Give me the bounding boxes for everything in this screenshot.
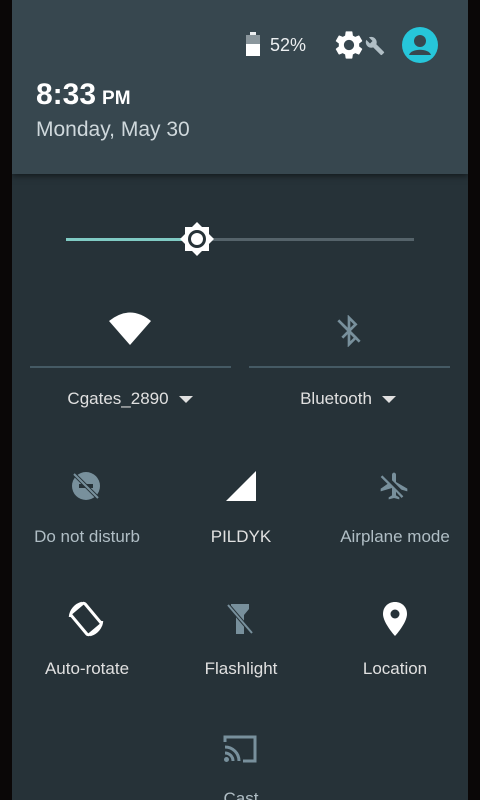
clock-date[interactable]: Monday, May 30 — [36, 118, 190, 142]
bluetooth-divider — [249, 366, 450, 368]
wrench-icon — [365, 36, 385, 56]
settings-gear-icon[interactable] — [332, 28, 366, 62]
cast-icon[interactable] — [222, 734, 258, 764]
time-ampm: PM — [102, 88, 131, 109]
rotate-icon[interactable] — [67, 600, 105, 638]
clock-time[interactable]: 8:33 PM — [36, 78, 131, 112]
cast-tile-label[interactable]: Cast — [161, 789, 321, 800]
flashlight-off-icon[interactable] — [225, 602, 255, 636]
location-tile-label[interactable]: Location — [315, 659, 468, 679]
airplane-tile-label[interactable]: Airplane mode — [315, 527, 468, 547]
battery-percent: 52% — [270, 35, 307, 55]
wifi-tile-label[interactable]: Cgates_2890 — [50, 389, 210, 409]
airplane-off-icon[interactable] — [378, 470, 410, 502]
bluetooth-tile-label[interactable]: Bluetooth — [268, 389, 428, 409]
quick-settings-panel: 52% 8:33 PM Monday, May 30 Cgates_2890 B… — [12, 0, 468, 800]
rotate-tile-label[interactable]: Auto-rotate — [12, 659, 167, 679]
wifi-ssid: Cgates_2890 — [67, 389, 169, 408]
location-pin-icon[interactable] — [383, 602, 407, 636]
brightness-track[interactable] — [197, 238, 414, 241]
bluetooth-dropdown-icon[interactable] — [381, 396, 396, 404]
do-not-disturb-off-icon[interactable] — [70, 470, 102, 502]
wifi-dropdown-icon[interactable] — [178, 396, 193, 404]
bluetooth-disabled-icon[interactable] — [333, 315, 365, 347]
battery-icon — [246, 32, 260, 56]
status-header: 52% 8:33 PM Monday, May 30 — [12, 0, 468, 174]
brightness-thumb-icon[interactable] — [177, 219, 217, 259]
wifi-icon[interactable] — [108, 310, 152, 346]
time-value: 8:33 — [36, 78, 97, 111]
flashlight-tile-label[interactable]: Flashlight — [161, 659, 321, 679]
user-avatar-icon[interactable] — [402, 27, 438, 63]
signal-icon[interactable] — [225, 470, 257, 502]
wifi-divider — [30, 366, 231, 368]
dnd-tile-label[interactable]: Do not disturb — [12, 527, 167, 547]
bluetooth-label: Bluetooth — [300, 389, 372, 408]
cellular-tile-label[interactable]: PILDYK — [161, 527, 321, 547]
